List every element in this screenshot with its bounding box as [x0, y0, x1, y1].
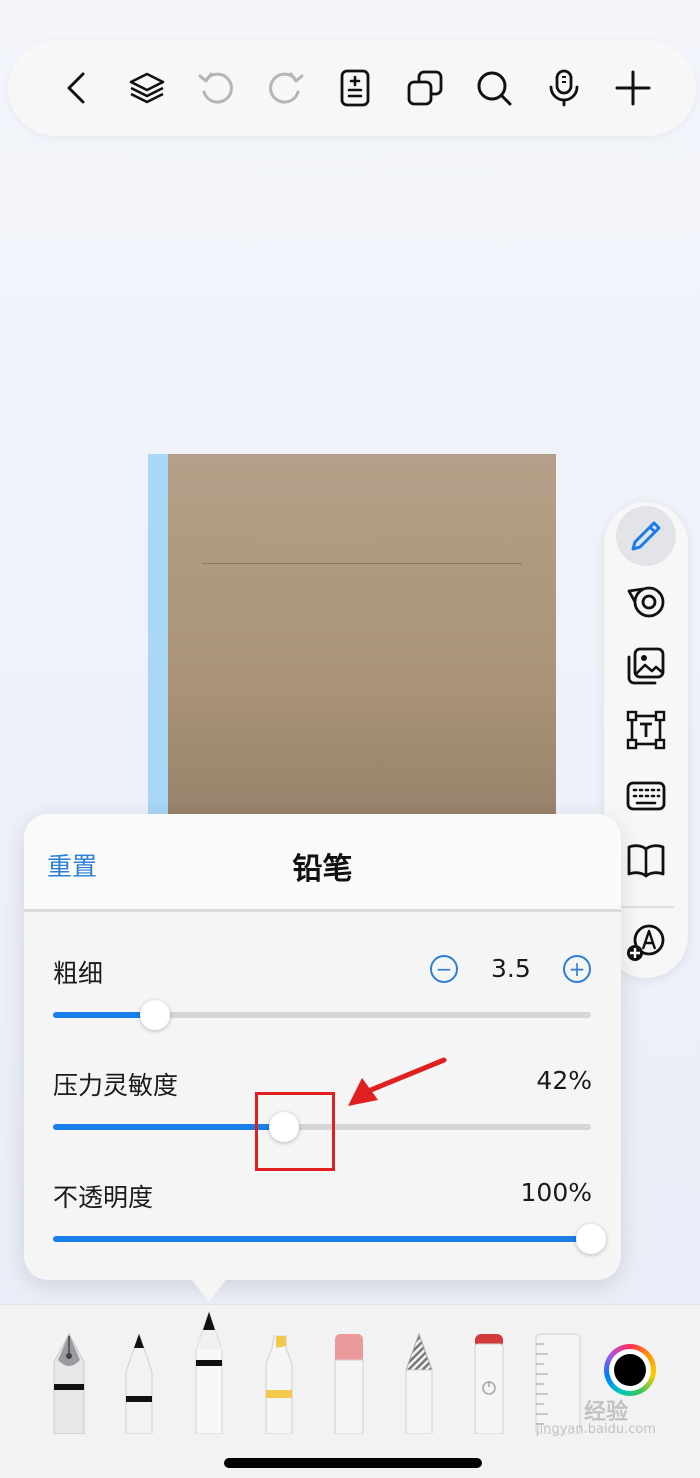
opacity-label: 不透明度: [53, 1183, 154, 1212]
thickness-value: 3.5: [491, 954, 531, 983]
pressure-slider-fill: [53, 1124, 285, 1130]
current-color-swatch: [614, 1354, 646, 1386]
keyboard-icon[interactable]: [616, 766, 676, 826]
annotation-arrow: [348, 1057, 447, 1106]
annotation-highlight-box: [255, 1092, 335, 1171]
add-stamp-icon[interactable]: [616, 912, 676, 972]
pencil-icon[interactable]: [616, 506, 676, 566]
pencil-settings-popover: 重置 铅笔 粗细 − 3.5 + 压力灵敏度 42% 不透明度 100%: [24, 814, 621, 1280]
popover-pointer: [189, 1276, 229, 1302]
thickness-slider-thumb[interactable]: [140, 1000, 171, 1030]
thickness-increase-button[interactable]: +: [563, 955, 591, 983]
pressure-sensitivity-label: 压力灵敏度: [53, 1071, 179, 1100]
image-icon[interactable]: [616, 636, 676, 696]
opacity-slider[interactable]: [53, 1224, 606, 1254]
thickness-decrease-button[interactable]: −: [430, 955, 458, 983]
text-box-icon[interactable]: [616, 700, 676, 760]
microphone-icon[interactable]: [539, 63, 589, 113]
top-toolbar: [8, 40, 696, 136]
notebook-cover[interactable]: [148, 454, 556, 816]
undo-icon[interactable]: [191, 63, 241, 113]
redo-icon[interactable]: [261, 63, 311, 113]
home-indicator[interactable]: [224, 1458, 482, 1468]
popover-title: 铅笔: [292, 852, 353, 887]
thickness-slider[interactable]: [53, 1000, 591, 1030]
thickness-label: 粗细: [53, 959, 104, 988]
opacity-value: 100%: [520, 1178, 592, 1207]
color-picker-button[interactable]: [604, 1344, 656, 1396]
watermark-url: jingyan.baidu.com: [536, 1422, 656, 1437]
watermark: 经验 jingyan.baidu.com: [536, 1392, 670, 1446]
notebook-spine: [148, 454, 168, 816]
notebook-title-line: [202, 563, 522, 564]
book-icon[interactable]: [616, 830, 676, 890]
page-settings-icon[interactable]: [330, 63, 380, 113]
opacity-slider-thumb[interactable]: [576, 1224, 606, 1254]
popover-header: 重置 铅笔: [24, 814, 621, 912]
side-toolbar-divider: [618, 906, 674, 908]
duplicate-icon[interactable]: [400, 63, 450, 113]
search-icon[interactable]: [469, 63, 519, 113]
opacity-slider-fill: [53, 1236, 591, 1242]
add-icon[interactable]: [608, 63, 658, 113]
layers-icon[interactable]: [122, 63, 172, 113]
back-chevron-icon[interactable]: [52, 63, 102, 113]
pressure-sensitivity-value: 42%: [536, 1066, 592, 1095]
tape-icon[interactable]: [616, 570, 676, 630]
